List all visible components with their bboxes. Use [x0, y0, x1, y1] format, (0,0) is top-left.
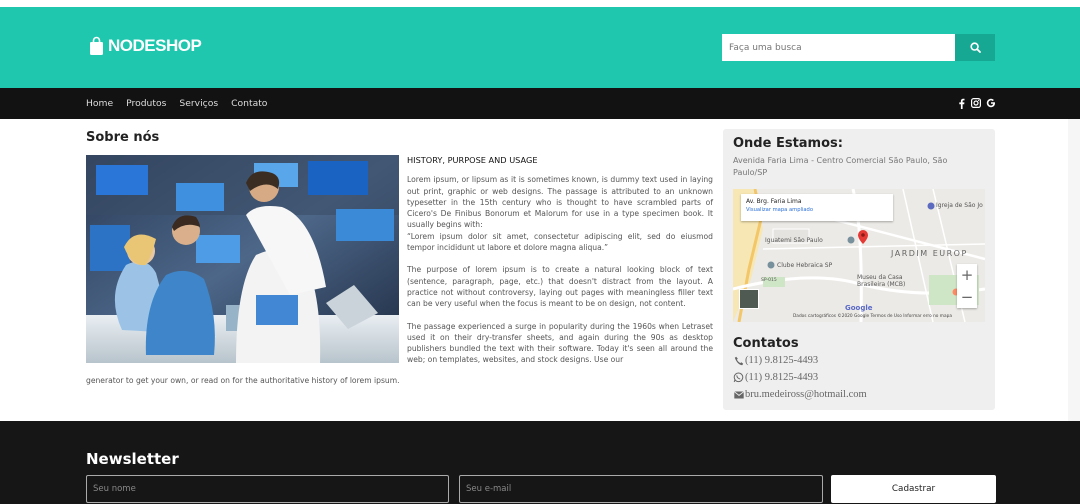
facebook-icon[interactable]: [956, 97, 966, 109]
map-zoom-in-button[interactable]: +: [957, 264, 977, 286]
about-paragraph-2: The purpose of lorem ipsum is to create …: [407, 265, 713, 309]
map-label-jardim: JARDIM EUROP: [891, 249, 968, 258]
map-card-title: Av. Brg. Faria Lima: [746, 198, 802, 205]
map-satellite-toggle[interactable]: [739, 289, 759, 309]
map-enlarge-link[interactable]: Visualizar mapa ampliado: [746, 207, 888, 213]
location-title: Onde Estamos:: [733, 136, 843, 151]
logo-text: NODESHOP: [108, 36, 202, 55]
envelope-icon: [733, 389, 744, 400]
nav-link-produtos[interactable]: Produtos: [126, 98, 166, 109]
quote-text: “Lorem ipsum dolor sit amet, consectetur…: [407, 231, 713, 253]
google-logo: Google: [845, 304, 873, 312]
newsletter-footer: Newsletter Cadastrar: [0, 421, 1080, 504]
contacts-title: Contatos: [733, 336, 799, 351]
about-photo: [86, 155, 399, 363]
main-navbar: Home Produtos Serviços Contato: [0, 88, 1080, 119]
search-button[interactable]: [955, 34, 995, 61]
newsletter-submit-button[interactable]: Cadastrar: [831, 475, 996, 503]
contact-whatsapp-text: (11) 9.8125-4493: [745, 372, 819, 383]
google-icon[interactable]: [986, 97, 996, 109]
about-paragraph-1: Lorem ipsum, or lipsum as it is sometime…: [407, 174, 713, 253]
search-icon: [969, 42, 981, 53]
whatsapp-icon: [733, 372, 744, 383]
about-title: Sobre nós: [86, 130, 160, 145]
contact-whatsapp: (11) 9.8125-4493: [733, 372, 818, 383]
location-address: Avenida Faria Lima - Centro Comercial Sã…: [733, 156, 948, 177]
contact-email-text: bru.medeiross@hotmail.com: [745, 389, 867, 400]
instagram-icon[interactable]: [971, 97, 981, 109]
top-strip: [0, 0, 1080, 7]
contact-phone: (11) 9.8125-4493: [733, 355, 818, 366]
map-label-igreja: Igreja de São Jo: [936, 202, 983, 209]
page-edge: [1068, 119, 1080, 421]
newsletter-email-input[interactable]: [459, 475, 823, 503]
map-info-card: Av. Brg. Faria Lima Visualizar mapa ampl…: [741, 194, 893, 221]
about-paragraph-3-end: generator to get your own, or read on fo…: [86, 376, 400, 385]
map-zoom-controls: + −: [957, 264, 977, 308]
map-attribution: Dados cartográficos ©2020 Google Termos …: [793, 314, 952, 319]
map-label-hebraica: Clube Hebraica SP: [777, 262, 833, 269]
search-input[interactable]: [722, 34, 955, 61]
map-label-iguatemi: Iguatemi São Paulo: [765, 237, 823, 244]
about-text: HISTORY, PURPOSE AND USAGE Lorem ipsum, …: [407, 155, 713, 377]
sidebar: Onde Estamos: Avenida Faria Lima - Centr…: [723, 129, 995, 410]
about-paragraph-3: The passage experienced a surge in popul…: [407, 321, 713, 365]
site-header: NODESHOP: [0, 7, 1080, 88]
phone-icon: [733, 355, 744, 366]
contact-email: bru.medeiross@hotmail.com: [733, 389, 867, 400]
map-label-museu: Museu da Casa Brasileira (MCB): [857, 274, 906, 288]
shopping-bag-icon: [90, 36, 103, 55]
map-zoom-out-button[interactable]: −: [957, 286, 977, 308]
contact-phone-text: (11) 9.8125-4493: [745, 355, 819, 366]
nav-link-contato[interactable]: Contato: [231, 98, 267, 109]
nav-link-servicos[interactable]: Serviços: [179, 98, 218, 109]
nav-link-home[interactable]: Home: [86, 98, 113, 109]
map-label-shield: SP-015: [761, 278, 777, 283]
map[interactable]: Clube Hebraica SP Iguatemi São Paulo JAR…: [733, 189, 985, 322]
newsletter-title: Newsletter: [86, 450, 179, 468]
paragraph-1-text: Lorem ipsum, or lipsum as it is sometime…: [407, 175, 713, 230]
site-logo[interactable]: NODESHOP: [89, 35, 202, 57]
newsletter-name-input[interactable]: [86, 475, 449, 503]
about-subtitle: HISTORY, PURPOSE AND USAGE: [407, 155, 538, 165]
